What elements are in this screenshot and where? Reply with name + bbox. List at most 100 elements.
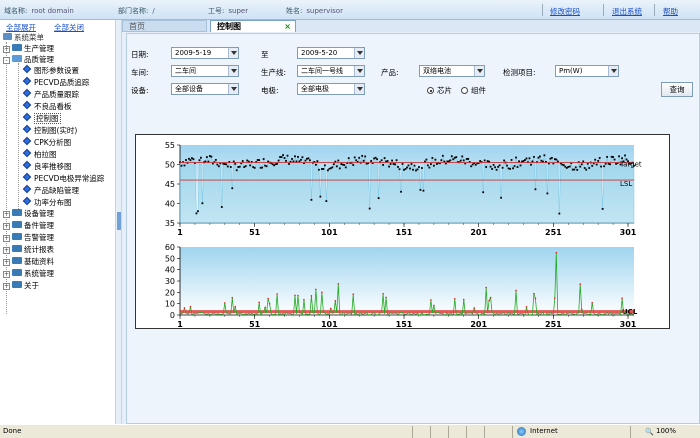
group-about[interactable]: + 关于 [3,281,39,291]
logout-link[interactable]: 退出系统 [612,6,642,17]
data-point [485,286,487,289]
tab-home[interactable]: 首页 [122,20,207,32]
radio-dot[interactable] [461,87,468,94]
date-from-select[interactable]: 2009-5-19 [171,47,239,59]
menu-item-defect-mgmt[interactable]: 产品缺陷管理 [22,184,79,196]
menu-item-control-chart-realtime[interactable]: 控制图(实时) [22,124,77,136]
y-tick-label: 40 [165,266,175,275]
data-point [418,166,420,168]
radio-chip-label: 芯片 [437,86,452,95]
x-tick-label: 201 [470,320,487,328]
help-link[interactable]: 帮助 [663,6,678,17]
radio-module[interactable]: 组件 [461,85,486,96]
menu-item-label: 产品质量跟踪 [34,90,79,99]
expand-icon[interactable]: + [3,46,10,53]
menu-item-pecvd-tracking[interactable]: PECVD品质追踪 [22,76,89,88]
inspect-select[interactable]: Pm(W) [555,65,619,77]
menu-item-graph-params[interactable]: 图形参数设置 [22,64,79,76]
close-tab-icon[interactable]: × [284,21,291,33]
query-button[interactable]: 查询 [661,82,693,97]
group-spare-parts[interactable]: + 备件管理 [3,221,54,231]
data-point [343,164,346,166]
dropdown-arrow-icon[interactable] [228,48,238,58]
x-tick-label: 101 [321,228,338,237]
group-production[interactable]: + 生产管理 [3,44,54,54]
zoom-text[interactable]: 100% [656,427,676,435]
data-point [277,159,280,162]
dropdown-arrow-icon[interactable] [474,66,484,76]
data-point [531,160,534,163]
radio-chip[interactable]: 芯片 [427,85,452,96]
workshop-select[interactable]: 二车间 [171,65,239,77]
data-point [220,206,223,208]
chart-svg: 35404550551 51 101 151 201 251 301TargetLSL010… [165,141,642,329]
data-point [462,159,465,162]
menu-item-yield-trend[interactable]: 良率推移图 [22,160,72,172]
data-point [573,168,576,171]
dropdown-arrow-icon[interactable] [228,66,238,76]
expand-icon[interactable]: + [3,235,10,242]
menu-item-quality-tracking[interactable]: 产品质量跟踪 [22,88,79,100]
product-select[interactable]: 双络电池 [419,65,485,77]
menu-item-cpk[interactable]: CPK分析图 [22,136,71,148]
dropdown-arrow-icon[interactable] [608,66,618,76]
group-quality[interactable]: - 品质管理 [3,55,54,65]
data-point [234,162,237,165]
radio-dot[interactable] [427,87,434,94]
data-point [621,157,623,160]
data-point [431,156,434,159]
expand-icon[interactable]: + [3,283,10,290]
data-point [265,165,268,168]
zoom-icon[interactable]: 🔍 [645,428,654,436]
data-point [224,302,226,304]
data-point [583,167,586,169]
electrode-select[interactable]: 全部电极 [297,83,365,95]
data-point [534,297,537,300]
expand-icon[interactable]: + [3,211,10,218]
group-equipment[interactable]: + 设备管理 [3,209,54,219]
data-point [316,160,319,163]
dropdown-arrow-icon[interactable] [354,48,364,58]
reference-band [180,310,634,314]
separator [542,4,543,16]
data-point [597,159,600,162]
tab-control-chart[interactable]: 控制图 × [210,20,296,32]
y-tick-label: 50 [165,161,175,170]
menu-item-control-chart[interactable]: 控制图 [22,112,61,124]
item-icon [22,160,32,170]
line-select[interactable]: 二车间一号线 [297,65,365,77]
group-system[interactable]: + 系统管理 [3,269,54,279]
data-point [407,164,410,167]
menu-item-power-dist[interactable]: 功率分布图 [22,196,72,208]
y-tick-label: 60 [165,243,175,252]
collapse-icon[interactable]: - [3,57,10,64]
x-tick-label: 1 [177,320,183,328]
group-alarms[interactable]: + 告警管理 [3,233,54,243]
data-point [337,283,340,285]
expand-icon[interactable]: + [3,271,10,278]
menu-item-defect-board[interactable]: 不良品看板 [22,100,72,112]
data-point [338,167,341,170]
collapse-all-link[interactable]: 全部关闭 [54,22,84,33]
data-point [276,293,278,295]
date-to-select[interactable]: 2009-5-20 [297,47,365,59]
change-password-link[interactable]: 修改密码 [550,6,580,17]
expand-all-link[interactable]: 全部展开 [6,22,36,33]
group-basic-data[interactable]: + 基础资料 [3,257,54,267]
menu-item-pecvd-electrode[interactable]: PECVD电极异常追踪 [22,172,104,184]
expand-icon[interactable]: + [3,259,10,266]
splitter-grip[interactable] [117,212,121,230]
data-point [385,296,387,299]
data-point [325,200,328,202]
expand-icon[interactable]: + [3,223,10,230]
expand-icon[interactable]: + [3,247,10,254]
menu-item-pareto[interactable]: 柏拉图 [22,148,57,160]
data-point [231,296,234,299]
data-point [528,157,531,160]
dropdown-arrow-icon[interactable] [228,84,238,94]
dropdown-arrow-icon[interactable] [354,66,364,76]
dropdown-arrow-icon[interactable] [354,84,364,94]
x-tick-label: 1 [177,228,183,237]
device-select[interactable]: 全部设备 [171,83,239,95]
group-reports[interactable]: + 统计报表 [3,245,54,255]
